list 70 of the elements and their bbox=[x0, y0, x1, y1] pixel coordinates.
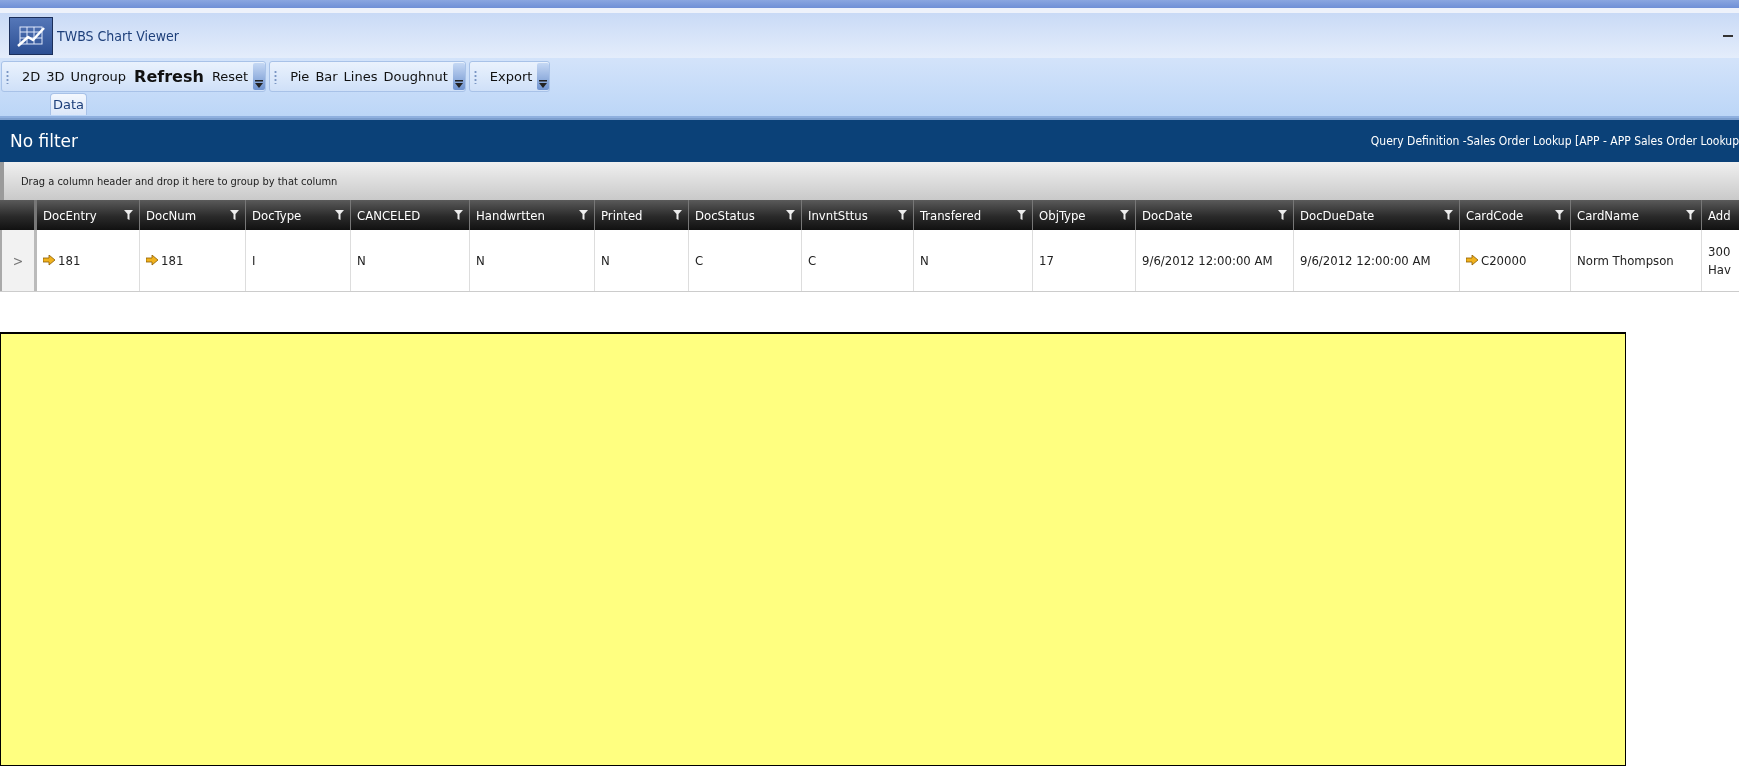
link-arrow-icon[interactable] bbox=[43, 255, 56, 266]
filter-icon[interactable] bbox=[1686, 210, 1695, 220]
table-cell: 181 bbox=[161, 251, 184, 270]
overflow-dropdown[interactable] bbox=[452, 63, 465, 90]
link-arrow-icon[interactable] bbox=[1466, 255, 1479, 266]
caret-icon bbox=[255, 80, 264, 88]
filter-icon[interactable] bbox=[1555, 210, 1564, 220]
column-header[interactable]: DocNum bbox=[140, 200, 246, 230]
toolbar-button[interactable]: Refresh bbox=[130, 67, 208, 86]
overflow-dropdown[interactable] bbox=[537, 63, 550, 90]
table-cell: 181 bbox=[58, 251, 81, 270]
column-header[interactable]: DocEntry bbox=[37, 200, 140, 230]
column-header[interactable]: CANCELED bbox=[351, 200, 470, 230]
filter-icon[interactable] bbox=[335, 210, 344, 220]
tab[interactable]: Data bbox=[50, 93, 88, 115]
column-header[interactable]: CardCode bbox=[1460, 200, 1571, 230]
group-hint: Drag a column header and drop it here to group by that column bbox=[20, 174, 338, 188]
filter-icon[interactable] bbox=[1017, 210, 1026, 220]
toolbar-button[interactable]: Pie bbox=[288, 69, 312, 84]
column-header[interactable]: CardName bbox=[1571, 200, 1702, 230]
toolbar-button[interactable]: 2D bbox=[20, 69, 43, 84]
filter-icon[interactable] bbox=[898, 210, 907, 220]
row-indicator[interactable]: > bbox=[0, 230, 37, 291]
column-header[interactable]: DocDate bbox=[1136, 200, 1294, 230]
overflow-dropdown[interactable] bbox=[253, 63, 266, 90]
table-cell: 17 bbox=[1039, 251, 1054, 270]
toolbar-button[interactable]: Doughnut bbox=[381, 69, 450, 84]
column-header[interactable]: Printed bbox=[595, 200, 689, 230]
toolbar-button[interactable]: 3D bbox=[44, 69, 67, 84]
column-header[interactable]: DocType bbox=[246, 200, 351, 230]
table-cell: 300 Hav bbox=[1708, 242, 1731, 279]
filter-label: No filter bbox=[9, 131, 79, 151]
caret-icon bbox=[539, 80, 548, 88]
column-header[interactable]: Handwrtten bbox=[470, 200, 595, 230]
table-cell: C bbox=[695, 251, 704, 270]
filter-icon[interactable] bbox=[1444, 210, 1453, 220]
filter-icon[interactable] bbox=[579, 210, 588, 220]
column-header[interactable]: Transfered bbox=[914, 200, 1033, 230]
table-cell: N bbox=[601, 251, 610, 270]
filter-icon[interactable] bbox=[230, 210, 239, 220]
query-title: Query Definition -Sales Order Lookup [APP - APP Sales Order Lookup bbox=[1370, 134, 1739, 148]
filter-icon[interactable] bbox=[673, 210, 682, 220]
toolbar-button[interactable]: Export bbox=[487, 69, 535, 84]
filter-icon[interactable] bbox=[786, 210, 795, 220]
filter-icon[interactable] bbox=[1120, 210, 1129, 220]
toolbar-button[interactable]: Reset bbox=[209, 69, 251, 84]
chart-logo-icon bbox=[9, 16, 53, 55]
table-cell: N bbox=[920, 251, 929, 270]
link-arrow-icon[interactable] bbox=[146, 255, 159, 266]
window-title: TWBS Chart Viewer bbox=[57, 27, 179, 44]
table-cell: C20000 bbox=[1481, 251, 1527, 270]
toolbar-button[interactable]: Ungroup bbox=[68, 69, 129, 84]
table-cell: I bbox=[252, 251, 256, 270]
toolbar-button[interactable]: Lines bbox=[341, 69, 380, 84]
column-header[interactable]: Add bbox=[1702, 200, 1739, 230]
column-header[interactable]: DocDueDate bbox=[1294, 200, 1460, 230]
column-header[interactable]: InvntSttus bbox=[802, 200, 914, 230]
table-cell: Norm Thompson bbox=[1577, 251, 1674, 270]
table-cell: C bbox=[808, 251, 817, 270]
caret-icon bbox=[454, 80, 463, 88]
table-cell: 9/6/2012 12:00:00 AM bbox=[1300, 251, 1431, 270]
toolbar-button[interactable]: Bar bbox=[313, 69, 340, 84]
column-header[interactable]: ObjType bbox=[1033, 200, 1136, 230]
column-header[interactable]: DocStatus bbox=[689, 200, 802, 230]
filter-icon[interactable] bbox=[454, 210, 463, 220]
filter-icon[interactable] bbox=[1278, 210, 1287, 220]
filter-icon[interactable] bbox=[124, 210, 133, 220]
table-cell: 9/6/2012 12:00:00 AM bbox=[1142, 251, 1273, 270]
table-cell: N bbox=[357, 251, 366, 270]
table-cell: N bbox=[476, 251, 485, 270]
